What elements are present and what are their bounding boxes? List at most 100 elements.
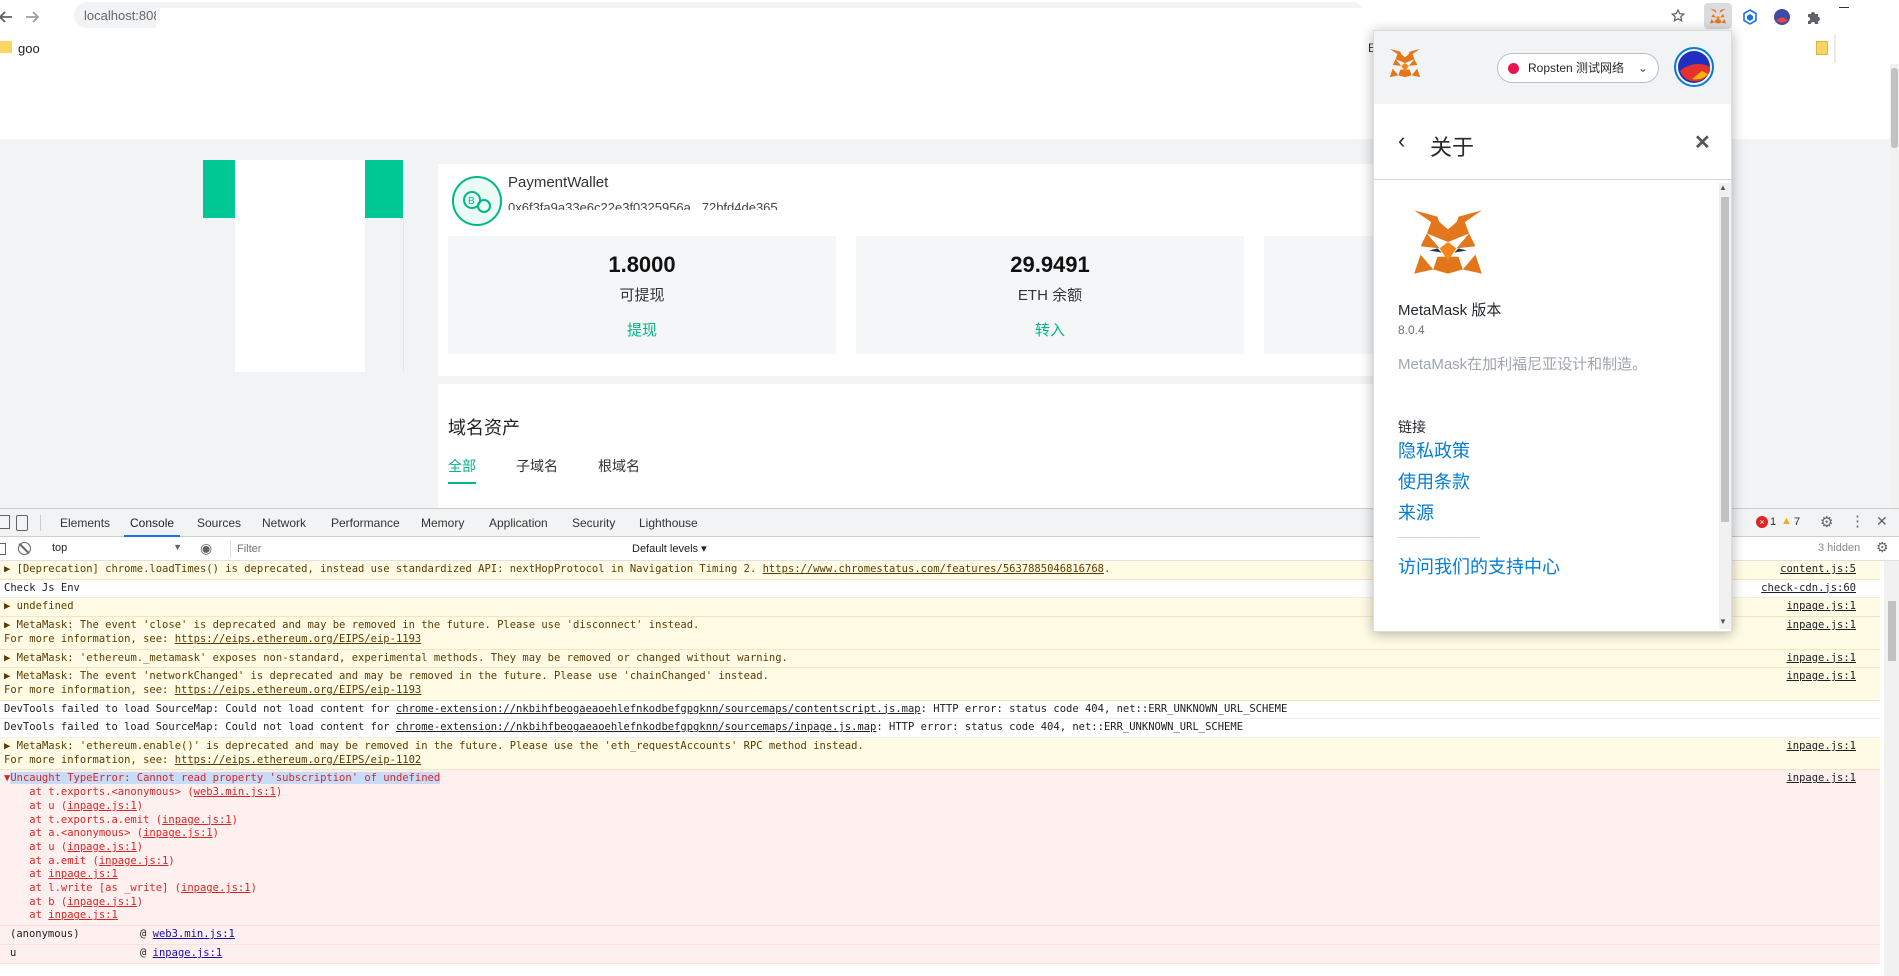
bookmark-label[interactable]: goo	[18, 41, 40, 56]
message-link[interactable]: https://www.chromestatus.com/features/56…	[763, 563, 1104, 575]
tab-all[interactable]: 全部	[448, 456, 476, 484]
forward-arrow-icon[interactable]	[18, 3, 46, 31]
trace-file-link[interactable]: inpage.js:1	[153, 947, 223, 959]
stat-value: 1.8000	[608, 252, 676, 277]
extension-icon[interactable]	[1736, 3, 1764, 31]
stack-frame-link[interactable]: inpage.js:1	[48, 909, 118, 921]
expand-arrow-icon[interactable]: ▶	[4, 563, 17, 575]
message-source-link[interactable]: content.js:5	[1780, 563, 1856, 577]
tab-elements[interactable]: Elements	[60, 509, 110, 537]
star-icon[interactable]	[1664, 2, 1692, 30]
context-label: top	[52, 542, 68, 554]
console-scrollbar[interactable]	[1884, 561, 1899, 976]
withdraw-button[interactable]: 提现	[448, 319, 836, 340]
message-text: MetaMask: 'ethereum._metamask' exposes n…	[16, 651, 788, 664]
error-headline[interactable]: Uncaught TypeError: Cannot read property…	[10, 772, 441, 785]
tab-performance[interactable]: Performance	[331, 509, 400, 537]
other-bookmarks-folder-icon[interactable]	[1816, 41, 1828, 55]
console-message: ▶ MetaMask: 'ethereum._metamask' exposes…	[0, 649, 1880, 669]
console-scrollbar-thumb[interactable]	[1888, 601, 1896, 661]
stack-frame-link[interactable]: inpage.js:1	[67, 800, 137, 812]
message-link[interactable]: https://eips.ethereum.org/EIPS/eip-1193	[175, 633, 422, 645]
popup-scrollbar[interactable]: ▲ ▼	[1719, 183, 1731, 629]
message-link[interactable]: chrome-extension://nkbihfbeogaeaoehlefnk…	[396, 721, 876, 733]
error-source-link[interactable]: inpage.js:1	[1786, 772, 1856, 786]
metamask-logo-icon[interactable]	[1388, 47, 1422, 79]
error-count[interactable]: 1	[1770, 516, 1776, 528]
tab-root-domains[interactable]: 根域名	[598, 456, 640, 476]
expand-arrow-icon[interactable]: ▶	[4, 652, 17, 664]
more-vertical-icon[interactable]: ⋮	[1850, 514, 1865, 529]
sidebar-toggle-icon[interactable]	[0, 543, 6, 555]
message-link[interactable]: chrome-extension://nkbihfbeogaeaoehlefnk…	[396, 703, 921, 715]
source-link[interactable]: 来源	[1398, 499, 1434, 525]
tab-application[interactable]: Application	[489, 509, 548, 537]
stack-frame-link[interactable]: inpage.js:1	[48, 868, 118, 880]
stack-frame-link[interactable]: inpage.js:1	[67, 841, 137, 853]
tab-lighthouse[interactable]: Lighthouse	[639, 509, 698, 537]
privacy-policy-link[interactable]: 隐私政策	[1398, 437, 1470, 463]
minimize-icon[interactable]	[1830, 0, 1858, 28]
trace-function: u	[10, 946, 17, 959]
network-name: Ropsten 测试网络	[1528, 61, 1625, 75]
expand-arrow-icon[interactable]: ▶	[4, 740, 17, 752]
message-source-link[interactable]: inpage.js:1	[1786, 670, 1856, 684]
expand-arrow-icon[interactable]: ▶	[4, 600, 17, 612]
stack-frame-link[interactable]: inpage.js:1	[99, 855, 169, 867]
message-source-link[interactable]: check-cdn.js:60	[1761, 582, 1856, 596]
terms-of-use-link[interactable]: 使用条款	[1398, 468, 1470, 494]
deposit-button[interactable]: 转入	[856, 319, 1244, 340]
message-source-link[interactable]: inpage.js:1	[1786, 740, 1856, 754]
stack-frame-link[interactable]: web3.min.js:1	[194, 786, 276, 798]
expand-arrow-icon[interactable]: ▶	[4, 619, 17, 631]
account-avatar[interactable]	[1674, 47, 1714, 87]
message-source-link[interactable]: inpage.js:1	[1786, 619, 1856, 633]
tab-network[interactable]: Network	[262, 509, 306, 537]
popup-scrollbar-thumb[interactable]	[1721, 197, 1729, 522]
tab-sources[interactable]: Sources	[197, 509, 241, 537]
page-scrollbar[interactable]	[1890, 64, 1899, 508]
puzzle-icon[interactable]	[1800, 3, 1828, 31]
stack-frame-link[interactable]: inpage.js:1	[181, 882, 251, 894]
stack-frame-link[interactable]: inpage.js:1	[162, 814, 232, 826]
warning-count[interactable]: 7	[1794, 516, 1800, 528]
tab-security[interactable]: Security	[572, 509, 615, 537]
message-source-link[interactable]: inpage.js:1	[1786, 652, 1856, 666]
back-chevron-icon[interactable]: ‹	[1398, 128, 1405, 154]
profile-icon[interactable]	[1768, 3, 1796, 31]
message-text: undefined	[16, 600, 74, 613]
expand-arrow-icon[interactable]: ▶	[4, 670, 17, 682]
message-link[interactable]: https://eips.ethereum.org/EIPS/eip-1193	[175, 684, 422, 696]
page-scrollbar-thumb[interactable]	[1891, 68, 1898, 148]
stack-frame-link[interactable]: inpage.js:1	[67, 896, 137, 908]
tab-console[interactable]: Console	[124, 509, 181, 537]
stack-frame-text: at l.write [as _write] (	[4, 882, 182, 895]
device-toggle-icon[interactable]	[16, 515, 28, 531]
metamask-fox-icon[interactable]	[1704, 3, 1732, 29]
back-arrow-icon[interactable]	[0, 3, 20, 31]
inspect-icon[interactable]	[0, 515, 10, 529]
hidden-count[interactable]: 3 hidden	[1818, 542, 1860, 554]
close-icon[interactable]: ✕	[1694, 130, 1711, 155]
support-center-link[interactable]: 访问我们的支持中心	[1398, 553, 1560, 579]
message-text: [Deprecation] chrome.loadTimes() is depr…	[16, 563, 763, 575]
log-levels-dropdown[interactable]: Default levels ▾	[632, 542, 707, 555]
message-link[interactable]: https://eips.ethereum.org/EIPS/eip-1102	[175, 754, 422, 766]
console-settings-icon[interactable]: ⚙	[1876, 540, 1889, 555]
close-devtools-icon[interactable]: ✕	[1876, 514, 1888, 529]
stack-frame-link[interactable]: inpage.js:1	[143, 827, 213, 839]
context-selector[interactable]: top ▼	[44, 540, 184, 558]
console-filter-input[interactable]	[230, 540, 623, 558]
eye-icon[interactable]: ◉	[200, 541, 212, 555]
tab-subdomains[interactable]: 子域名	[516, 456, 558, 476]
gear-icon[interactable]: ⚙	[1820, 515, 1833, 530]
scroll-down-arrow-icon[interactable]: ▼	[1719, 617, 1727, 626]
trace-file-link[interactable]: web3.min.js:1	[153, 928, 235, 940]
network-selector[interactable]: Ropsten 测试网络 ⌄	[1497, 53, 1659, 83]
scroll-up-arrow-icon[interactable]: ▲	[1719, 183, 1727, 192]
message-source-link[interactable]: inpage.js:1	[1786, 600, 1856, 614]
metamask-header: Ropsten 测试网络 ⌄	[1374, 31, 1731, 104]
tab-memory[interactable]: Memory	[421, 509, 464, 537]
domains-title: 域名资产	[448, 418, 520, 438]
clear-console-icon[interactable]	[18, 542, 31, 555]
